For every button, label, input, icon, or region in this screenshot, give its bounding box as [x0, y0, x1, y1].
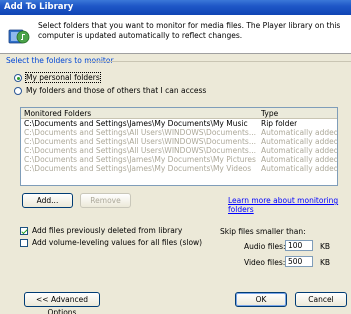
table-row[interactable]: C:\Documents and Settings\James\My Docum… [21, 155, 337, 164]
audio-size-field[interactable]: 100 [285, 240, 313, 251]
checkbox[interactable] [20, 238, 28, 247]
folder-path: C:\Documents and Settings\All Users\WIND… [24, 137, 256, 146]
table-row[interactable]: C:\Documents and Settings\James\My Docum… [21, 164, 337, 173]
folder-path: C:\Documents and Settings\James\My Docum… [24, 164, 252, 173]
learn-more-link[interactable]: Learn more about monitoring folders [228, 196, 351, 214]
folder-path: C:\Documents and Settings\James\My Docum… [24, 119, 248, 128]
audio-files-label: Audio files: [244, 242, 286, 251]
radio-label: My personal folders [25, 72, 101, 83]
radio-button[interactable] [14, 86, 22, 95]
window-title: Add To Library [4, 2, 74, 12]
section-divider [88, 61, 351, 62]
folder-path: C:\Documents and Settings\All Users\WIND… [24, 128, 256, 137]
video-unit-label: KB [320, 258, 331, 267]
monitored-folders-list[interactable]: Monitored Folders Type C:\Documents and … [20, 107, 338, 186]
remove-button[interactable]: Remove [80, 193, 131, 208]
checkbox-checked[interactable] [20, 226, 28, 235]
ok-button[interactable]: OK [235, 292, 287, 307]
folder-path: C:\Documents and Settings\James\My Docum… [24, 155, 256, 164]
radio-button-selected[interactable] [14, 73, 22, 82]
add-button[interactable]: Add... [22, 193, 73, 208]
library-folder-icon [8, 29, 30, 44]
folder-type: Automatically added [261, 146, 338, 155]
radio-all-folders[interactable]: My folders and those of others that I ca… [14, 85, 206, 96]
checkbox-volume-leveling[interactable]: Add volume-leveling values for all files… [20, 237, 202, 248]
checkbox-label: Add volume-leveling values for all files… [32, 238, 203, 247]
checkbox-label: Add files previously deleted from librar… [32, 226, 183, 235]
folder-type: Rip folder [261, 119, 298, 128]
skip-files-label: Skip files smaller than: [220, 227, 306, 236]
folder-type: Automatically added [261, 128, 338, 137]
header-description: Select folders that you want to monitor … [38, 21, 341, 40]
video-size-field[interactable]: 500 [285, 256, 313, 267]
column-header-type[interactable]: Type [261, 109, 278, 118]
list-header: Monitored Folders Type [21, 108, 337, 119]
title-bar[interactable]: Add To Library [0, 0, 351, 15]
folder-path: C:\Documents and Settings\All Users\WIND… [24, 146, 256, 155]
table-row[interactable]: C:\Documents and Settings\James\My Docum… [21, 119, 337, 128]
advanced-options-button[interactable]: << Advanced Options [24, 292, 100, 314]
table-row[interactable]: C:\Documents and Settings\All Users\WIND… [21, 146, 337, 155]
dialog-header: Select folders that you want to monitor … [0, 15, 351, 54]
column-header-folders[interactable]: Monitored Folders [24, 109, 91, 118]
folder-type: Automatically added [261, 137, 338, 146]
video-files-label: Video files: [244, 258, 286, 267]
table-row[interactable]: C:\Documents and Settings\All Users\WIND… [21, 128, 337, 137]
checkbox-add-deleted-files[interactable]: Add files previously deleted from librar… [20, 225, 182, 236]
radio-label: My folders and those of others that I ca… [26, 86, 207, 95]
folder-type: Automatically added [261, 155, 338, 164]
audio-unit-label: KB [320, 242, 331, 251]
table-row[interactable]: C:\Documents and Settings\All Users\WIND… [21, 137, 337, 146]
folder-type: Automatically added [261, 164, 338, 173]
add-to-library-dialog: Add To Library Select folders that you w… [0, 0, 351, 314]
cancel-button[interactable]: Cancel [295, 292, 347, 307]
radio-my-personal-folders[interactable]: My personal folders [14, 72, 101, 83]
